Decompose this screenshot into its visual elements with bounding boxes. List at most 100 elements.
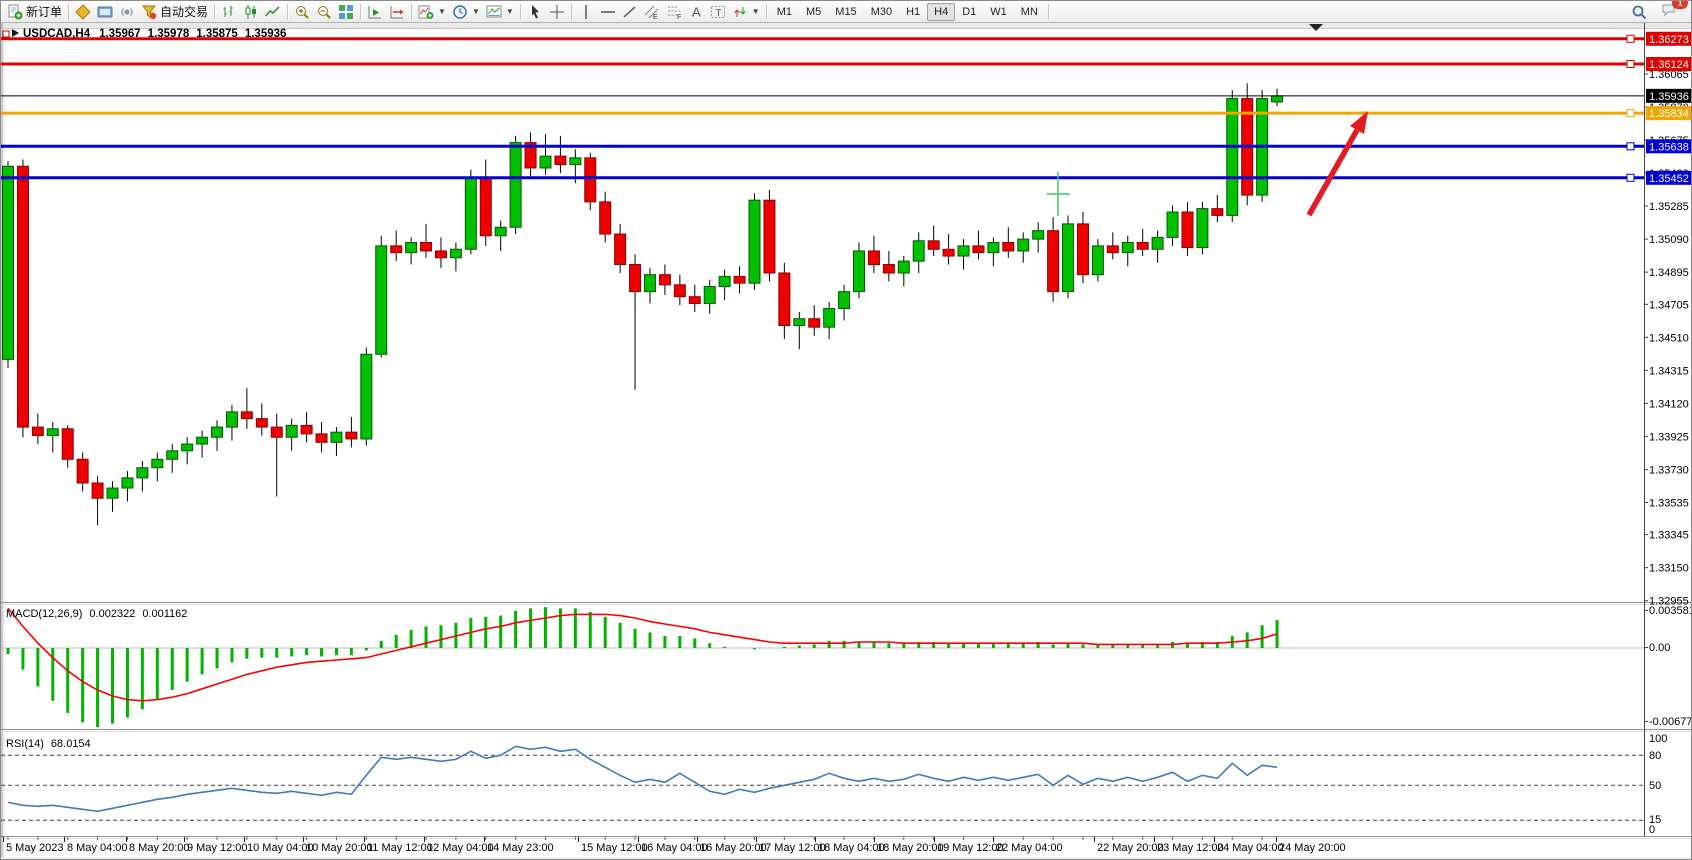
level-handle[interactable] bbox=[1627, 143, 1634, 150]
timeframe-d1-button[interactable]: D1 bbox=[955, 3, 983, 21]
autotrading-button[interactable]: 自动交易 bbox=[138, 2, 211, 22]
candle bbox=[854, 243, 865, 299]
time-tick-label: 16 May 04:00 bbox=[641, 842, 708, 854]
candle-body bbox=[1152, 237, 1163, 249]
new-order-button[interactable]: 新订单 bbox=[4, 2, 65, 22]
trendline-icon bbox=[622, 4, 638, 20]
candle bbox=[1242, 83, 1253, 205]
chart-shift-button[interactable] bbox=[386, 2, 408, 22]
rsi-axis-label: 0 bbox=[1649, 824, 1655, 836]
tile-windows-button[interactable] bbox=[335, 2, 357, 22]
time-tick-label: 12 May 04:00 bbox=[427, 842, 494, 854]
timeframe-h1-button[interactable]: H1 bbox=[899, 3, 927, 21]
candle-body bbox=[167, 451, 178, 459]
candle bbox=[1092, 239, 1103, 281]
timeframe-h4-button[interactable]: H4 bbox=[927, 3, 955, 21]
timeframe-mn-button[interactable]: MN bbox=[1014, 3, 1045, 21]
chart-window-icon bbox=[75, 4, 91, 20]
trendline-button[interactable] bbox=[619, 2, 641, 22]
charts-button[interactable] bbox=[72, 2, 94, 22]
market-signals-button[interactable] bbox=[116, 2, 138, 22]
timeframe-m30-button[interactable]: M30 bbox=[864, 3, 899, 21]
price-tick-label: 1.33535 bbox=[1649, 497, 1689, 509]
time-tick-label: 24 May 20:00 bbox=[1279, 842, 1346, 854]
candle-body bbox=[958, 246, 969, 256]
periods-button[interactable]: ▼ bbox=[449, 2, 483, 22]
candle-body bbox=[346, 432, 357, 439]
candle-body bbox=[1182, 212, 1193, 248]
time-tick-label: 9 May 12:00 bbox=[187, 842, 248, 854]
toolbar-button-label: 自动交易 bbox=[160, 3, 208, 20]
text-button[interactable]: A bbox=[685, 2, 707, 22]
hline-icon bbox=[600, 4, 616, 20]
toolbar-separator bbox=[287, 4, 288, 20]
vertical-line-button[interactable] bbox=[575, 2, 597, 22]
toolbar-button-label: 新订单 bbox=[26, 3, 62, 20]
toolbar-separator bbox=[520, 4, 521, 20]
timeframe-m15-button[interactable]: M15 bbox=[828, 3, 863, 21]
candle-body bbox=[17, 166, 28, 427]
zoom-out-button[interactable] bbox=[313, 2, 335, 22]
line-chart-button[interactable] bbox=[262, 2, 284, 22]
zoom-in-button[interactable] bbox=[291, 2, 313, 22]
profiles-button[interactable] bbox=[94, 2, 116, 22]
toolbar: 新订单自动交易▼▼▼EFAT▼M1M5M15M30H1H4D1W1MN1 bbox=[1, 1, 1691, 23]
ohlc-bars-button[interactable] bbox=[218, 2, 240, 22]
candle-body bbox=[1197, 209, 1208, 248]
object-anchor-marker[interactable] bbox=[3, 31, 9, 37]
candle bbox=[3, 161, 14, 368]
time-tick-label: 18 May 20:00 bbox=[877, 842, 944, 854]
time-tick-label: 18 May 04:00 bbox=[818, 842, 885, 854]
toolbar-separator bbox=[411, 4, 412, 20]
usdcad-h4-chart[interactable]: 1.360651.358701.356751.354801.352851.350… bbox=[1, 23, 1692, 860]
level-handle[interactable] bbox=[1627, 61, 1634, 68]
time-tick-label: 5 May 2023 bbox=[6, 842, 63, 854]
candle-body bbox=[1003, 243, 1014, 251]
rsi-axis-label: 50 bbox=[1649, 780, 1661, 792]
horizontal-line-button[interactable] bbox=[597, 2, 619, 22]
candle-body bbox=[122, 478, 133, 488]
toolbar-separator bbox=[360, 4, 361, 20]
crosshair-icon bbox=[549, 4, 565, 20]
candle-body bbox=[361, 354, 372, 439]
timeframe-w1-button[interactable]: W1 bbox=[983, 3, 1014, 21]
candle-body bbox=[779, 273, 790, 325]
level-handle[interactable] bbox=[1627, 110, 1634, 117]
fibonacci-button[interactable]: F bbox=[663, 2, 685, 22]
chart-background bbox=[1, 23, 1692, 860]
notifications-button[interactable]: 1 bbox=[1658, 2, 1680, 22]
candlesticks-button[interactable] bbox=[240, 2, 262, 22]
candle-body bbox=[212, 427, 223, 437]
zoom-out-icon bbox=[316, 4, 332, 20]
label-icon: T bbox=[710, 4, 726, 20]
candle-body bbox=[943, 249, 954, 256]
chevron-down-icon: ▼ bbox=[472, 7, 480, 16]
price-tick-label: 1.33345 bbox=[1649, 530, 1689, 542]
search-button[interactable] bbox=[1628, 2, 1650, 22]
timeframe-m5-button[interactable]: M5 bbox=[799, 3, 828, 21]
equidistant-channel-button[interactable]: E bbox=[641, 2, 663, 22]
level-handle[interactable] bbox=[1627, 35, 1634, 42]
candle-body bbox=[973, 246, 984, 253]
auto-scroll-button[interactable] bbox=[364, 2, 386, 22]
crosshair-button[interactable] bbox=[546, 2, 568, 22]
price-level-badge-value: 1.35936 bbox=[1649, 91, 1689, 103]
chart-area[interactable]: 1.360651.358701.356751.354801.352851.350… bbox=[1, 23, 1691, 860]
candle bbox=[585, 153, 596, 211]
arrow-objects-button[interactable]: ▼ bbox=[729, 2, 763, 22]
chevron-down-icon: ▼ bbox=[752, 7, 760, 16]
price-level-badge-value: 1.35638 bbox=[1649, 141, 1689, 153]
indicators-button[interactable]: ▼ bbox=[415, 2, 449, 22]
candle-body bbox=[1077, 224, 1088, 275]
templates-button[interactable]: ▼ bbox=[483, 2, 517, 22]
level-handle[interactable] bbox=[1627, 174, 1634, 181]
candle-body bbox=[883, 265, 894, 273]
candle-body bbox=[480, 178, 491, 236]
timeframe-m1-button[interactable]: M1 bbox=[770, 3, 799, 21]
macd-axis-label: 0.003581 bbox=[1649, 605, 1692, 617]
rsi-label-part: 68.0154 bbox=[51, 738, 91, 750]
text-label-button[interactable]: T bbox=[707, 2, 729, 22]
candle-body bbox=[301, 425, 312, 433]
fibonacci-icon: F bbox=[666, 4, 682, 20]
cursor-button[interactable] bbox=[524, 2, 546, 22]
